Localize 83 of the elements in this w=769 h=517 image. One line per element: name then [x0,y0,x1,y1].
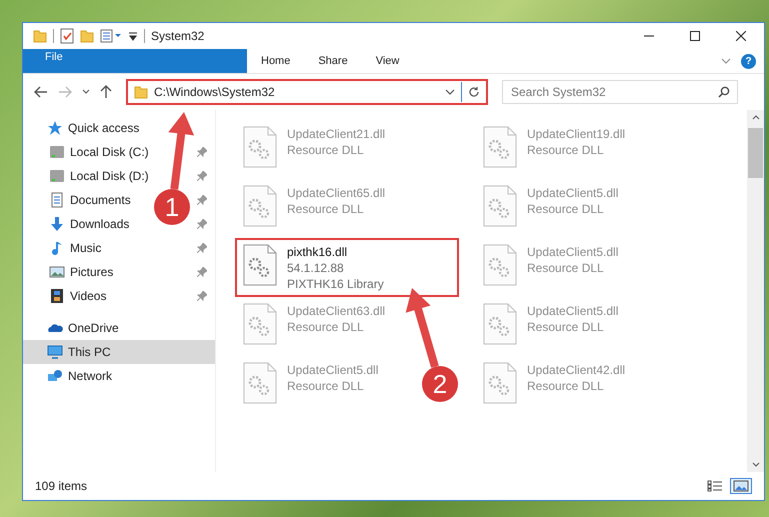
help-button[interactable]: ? [741,54,756,68]
ribbon-tab[interactable]: File [23,49,247,73]
gear-file-icon[interactable] [483,244,517,286]
video-icon [49,288,65,304]
step-marker: 2 [422,366,458,402]
drive-icon [49,144,65,160]
pin-icon[interactable] [197,267,207,277]
gear-file-icon[interactable] [243,303,277,345]
scrollbar[interactable] [747,110,764,472]
pc-icon [47,344,63,360]
dropdown-icon[interactable] [128,31,138,41]
sidebar-item[interactable]: OneDrive [23,316,215,340]
gear-file-icon[interactable] [243,244,277,286]
minimize-icon [644,35,654,37]
file-detail: Resource DLL [287,142,365,158]
sidebar-item[interactable]: Downloads [23,212,138,236]
checklist-icon[interactable] [60,28,74,44]
file-detail: Resource DLL [287,319,365,335]
search-field[interactable]: Search System32 [502,80,738,104]
star-icon [47,120,63,136]
file-detail: Resource DLL [287,201,365,217]
refresh-icon[interactable] [468,86,480,98]
sidebar-item[interactable]: Local Disk (D:) [23,164,157,188]
folder-icon [134,85,148,99]
scroll-up-icon[interactable] [752,114,760,120]
gear-file-icon[interactable] [483,303,517,345]
sidebar-item[interactable]: This PC [23,340,215,364]
sidebar-item[interactable]: Pictures [23,260,122,284]
file-detail: Resource DLL [527,378,605,394]
ribbon-tab[interactable]: View [362,49,414,73]
pin-icon[interactable] [197,291,207,301]
picture-icon [49,264,65,280]
gear-file-icon[interactable] [243,126,277,168]
sidebar-item[interactable]: Local Disk (C:) [23,140,157,164]
pin-icon[interactable] [197,219,207,229]
large-icons-view-button[interactable] [730,478,752,494]
file-detail: Resource DLL [527,260,605,276]
file-detail: PIXTHK16 Library [287,276,384,292]
pin-icon[interactable] [197,171,207,181]
sidebar-item[interactable]: Videos [23,284,114,308]
drive-icon [49,168,65,184]
gear-file-icon[interactable] [483,126,517,168]
gear-file-icon[interactable] [483,185,517,227]
folder-icon[interactable] [33,29,47,43]
sidebar-item[interactable]: Documents [23,188,139,212]
file-detail: Resource DLL [527,319,605,335]
scroll-thumb[interactable] [748,128,763,178]
ribbon-tab[interactable]: Share [304,49,362,73]
sidebar-item[interactable]: Network [23,364,215,388]
gear-file-icon[interactable] [483,362,517,404]
recent-caret-icon[interactable] [82,89,90,95]
pin-icon[interactable] [197,195,207,205]
scroll-down-icon[interactable] [752,462,760,468]
expand-ribbon-icon[interactable] [721,58,731,64]
back-arrow-icon[interactable] [34,86,48,98]
sidebar-item[interactable]: Quick access [23,116,215,140]
close-icon [736,31,746,41]
doc-icon [49,192,65,208]
address-bar[interactable]: C:\Windows\System32 [126,79,488,105]
download-icon [49,216,65,232]
file-detail: Resource DLL [527,142,605,158]
pin-icon[interactable] [197,147,207,157]
up-arrow-icon[interactable] [100,85,112,99]
gear-file-icon[interactable] [243,185,277,227]
new-folder-icon[interactable] [80,29,94,43]
dropdown-caret-icon[interactable] [445,89,455,95]
maximize-icon [690,31,700,41]
file-detail: Resource DLL [527,201,605,217]
step-marker: 1 [154,189,190,225]
file-detail: Resource DLL [287,378,365,394]
window-title: System32 [151,29,204,43]
address-path: C:\Windows\System32 [154,85,276,99]
gear-file-icon[interactable] [243,362,277,404]
network-icon [47,368,63,384]
item-count: 109 items [35,479,88,493]
file-name[interactable]: pixthk16.dll [287,244,384,260]
file-detail: 54.1.12.88 [287,260,345,276]
pin-icon[interactable] [197,243,207,253]
forward-arrow-icon[interactable] [58,86,72,98]
properties-icon[interactable] [100,29,122,43]
search-icon [718,86,730,98]
ribbon-tab[interactable]: Home [247,49,304,73]
sidebar-item[interactable]: Music [23,236,110,260]
